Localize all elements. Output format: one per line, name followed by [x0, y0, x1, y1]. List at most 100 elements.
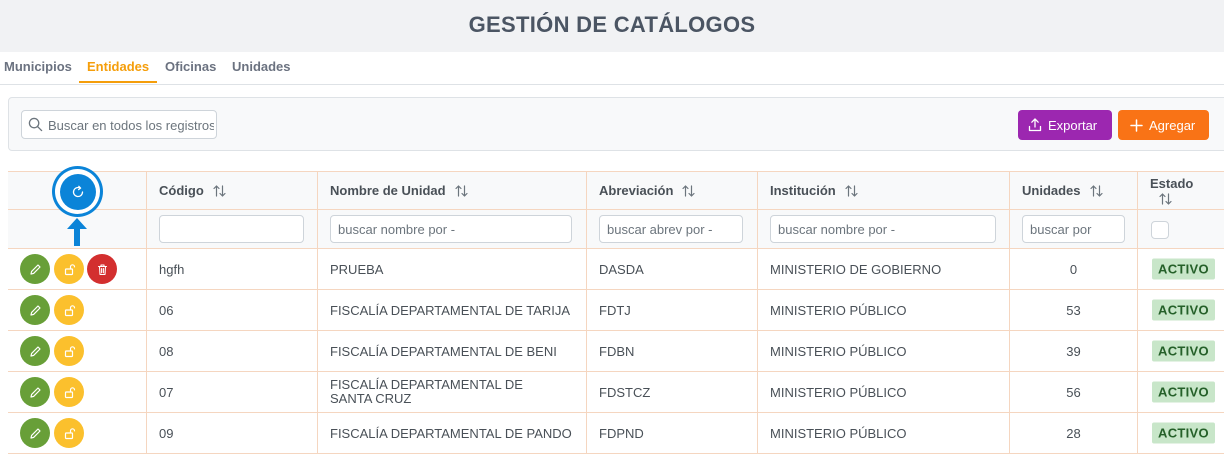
cell-codigo: 07	[147, 372, 318, 412]
unidades-value: 28	[1066, 425, 1081, 441]
edit-button[interactable]	[20, 336, 50, 366]
table-filter-row	[8, 210, 1224, 249]
filter-nombre-input[interactable]	[330, 215, 572, 243]
unlock-icon	[64, 386, 75, 398]
filter-unidades-cell	[1010, 210, 1138, 248]
sort-icon	[454, 184, 468, 197]
cell-estado: ACTIVO	[1138, 413, 1224, 453]
cell-codigo: 06	[147, 290, 318, 330]
unlock-button[interactable]	[54, 254, 84, 284]
filter-estado-checkbox[interactable]	[1151, 221, 1169, 239]
edit-button[interactable]	[20, 418, 50, 448]
cell-estado: ACTIVO	[1138, 331, 1224, 371]
cell-unidades: 28	[1010, 413, 1138, 453]
table-row: hgfh PRUEBA DASDA MINISTERIO DE GOBIERNO…	[8, 249, 1224, 290]
pencil-icon	[29, 345, 41, 357]
cell-estado: ACTIVO	[1138, 372, 1224, 412]
row-actions	[8, 413, 147, 453]
plus-icon	[1130, 118, 1143, 132]
tab-entidades[interactable]: Entidades	[79, 52, 158, 83]
cell-nombre: FISCALÍA DEPARTAMENTAL DE PANDO	[318, 413, 587, 453]
filter-codigo-input[interactable]	[159, 215, 304, 243]
filter-institucion-input[interactable]	[770, 215, 996, 243]
cell-nombre: PRUEBA	[318, 249, 587, 289]
cell-unidades: 56	[1010, 372, 1138, 412]
header-abreviacion[interactable]: Abreviación	[587, 172, 758, 209]
cell-abreviacion: DASDA	[587, 249, 758, 289]
sort-icon	[682, 184, 696, 197]
sort-icon	[1089, 184, 1103, 197]
tab-unidades[interactable]: Unidades	[224, 52, 299, 83]
export-button[interactable]: Exportar	[1018, 110, 1112, 140]
sort-icon	[845, 184, 858, 197]
cell-nombre: FISCALÍA DEPARTAMENTAL DE TARIJA	[318, 290, 587, 330]
status-badge: ACTIVO	[1152, 299, 1215, 321]
cell-codigo: 09	[147, 413, 318, 453]
filter-nombre-cell	[318, 210, 587, 248]
row-actions	[8, 249, 147, 289]
table-header-row: Código Nombre de Unidad Abreviación Inst…	[8, 172, 1224, 210]
sort-icon	[1159, 192, 1172, 205]
unlock-button[interactable]	[54, 377, 84, 407]
table-row: 08 FISCALÍA DEPARTAMENTAL DE BENI FDBN M…	[8, 331, 1224, 372]
cell-abreviacion: FDSTCZ	[587, 372, 758, 412]
unlock-button[interactable]	[54, 418, 84, 448]
unlock-icon	[64, 263, 75, 275]
upload-icon	[1028, 118, 1042, 132]
unlock-button[interactable]	[54, 336, 84, 366]
header-codigo[interactable]: Código	[147, 172, 318, 209]
cell-unidades: 39	[1010, 331, 1138, 371]
page-header: GESTIÓN DE CATÁLOGOS	[0, 0, 1224, 52]
tab-oficinas[interactable]: Oficinas	[157, 52, 224, 83]
header-estado[interactable]: Estado	[1138, 172, 1224, 209]
header-institucion[interactable]: Institución	[758, 172, 1010, 209]
table-row: 09 FISCALÍA DEPARTAMENTAL DE PANDO FDPND…	[8, 413, 1224, 454]
pencil-icon	[29, 263, 41, 275]
edit-button[interactable]	[20, 377, 50, 407]
unlock-button[interactable]	[54, 295, 84, 325]
edit-button[interactable]	[20, 295, 50, 325]
unlock-icon	[64, 427, 75, 439]
cell-nombre: FISCALÍA DEPARTAMENTAL DE BENI	[318, 331, 587, 371]
status-badge: ACTIVO	[1152, 258, 1215, 280]
refresh-button[interactable]	[55, 169, 100, 214]
delete-button[interactable]	[87, 254, 117, 284]
cell-nombre: FISCALÍA DEPARTAMENTAL DE SANTA CRUZ	[318, 372, 587, 412]
tab-municipios[interactable]: Municipios	[0, 52, 80, 83]
filter-unidades-input[interactable]	[1022, 215, 1125, 243]
unidades-value: 53	[1066, 302, 1081, 318]
header-nombre-label: Nombre de Unidad	[330, 183, 446, 198]
cell-institucion: MINISTERIO DE GOBIERNO	[758, 249, 1010, 289]
filter-abreviacion-cell	[587, 210, 758, 248]
catalog-tabs: Municipios Entidades Oficinas Unidades	[0, 52, 1224, 85]
page-title: GESTIÓN DE CATÁLOGOS	[468, 12, 756, 37]
cell-codigo: hgfh	[147, 249, 318, 289]
entities-table: Código Nombre de Unidad Abreviación Inst…	[8, 169, 1224, 454]
search-icon	[28, 117, 43, 132]
status-badge: ACTIVO	[1152, 381, 1215, 403]
export-button-label: Exportar	[1048, 117, 1098, 133]
header-institucion-label: Institución	[770, 183, 836, 198]
unidades-value: 0	[1069, 261, 1078, 277]
cell-codigo: 08	[147, 331, 318, 371]
refresh-button-inner	[59, 173, 96, 210]
row-actions	[8, 372, 147, 412]
edit-button[interactable]	[20, 254, 50, 284]
cell-institucion: MINISTERIO PÚBLICO	[758, 372, 1010, 412]
global-search-input[interactable]	[46, 113, 216, 138]
unlock-icon	[64, 345, 75, 357]
filter-abreviacion-input[interactable]	[599, 215, 743, 243]
add-button[interactable]: Agregar	[1118, 110, 1209, 140]
refresh-icon	[72, 185, 83, 197]
filter-estado-cell	[1138, 210, 1224, 248]
header-abreviacion-label: Abreviación	[599, 183, 674, 198]
pencil-icon	[29, 386, 41, 398]
header-unidades-label: Unidades	[1022, 183, 1081, 198]
header-nombre[interactable]: Nombre de Unidad	[318, 172, 587, 209]
header-unidades[interactable]: Unidades	[1010, 172, 1138, 209]
arrow-up-icon	[67, 218, 87, 246]
table-row: 07 FISCALÍA DEPARTAMENTAL DE SANTA CRUZ …	[8, 372, 1224, 413]
pencil-icon	[29, 304, 41, 316]
unlock-icon	[64, 304, 75, 316]
cell-estado: ACTIVO	[1138, 290, 1224, 330]
